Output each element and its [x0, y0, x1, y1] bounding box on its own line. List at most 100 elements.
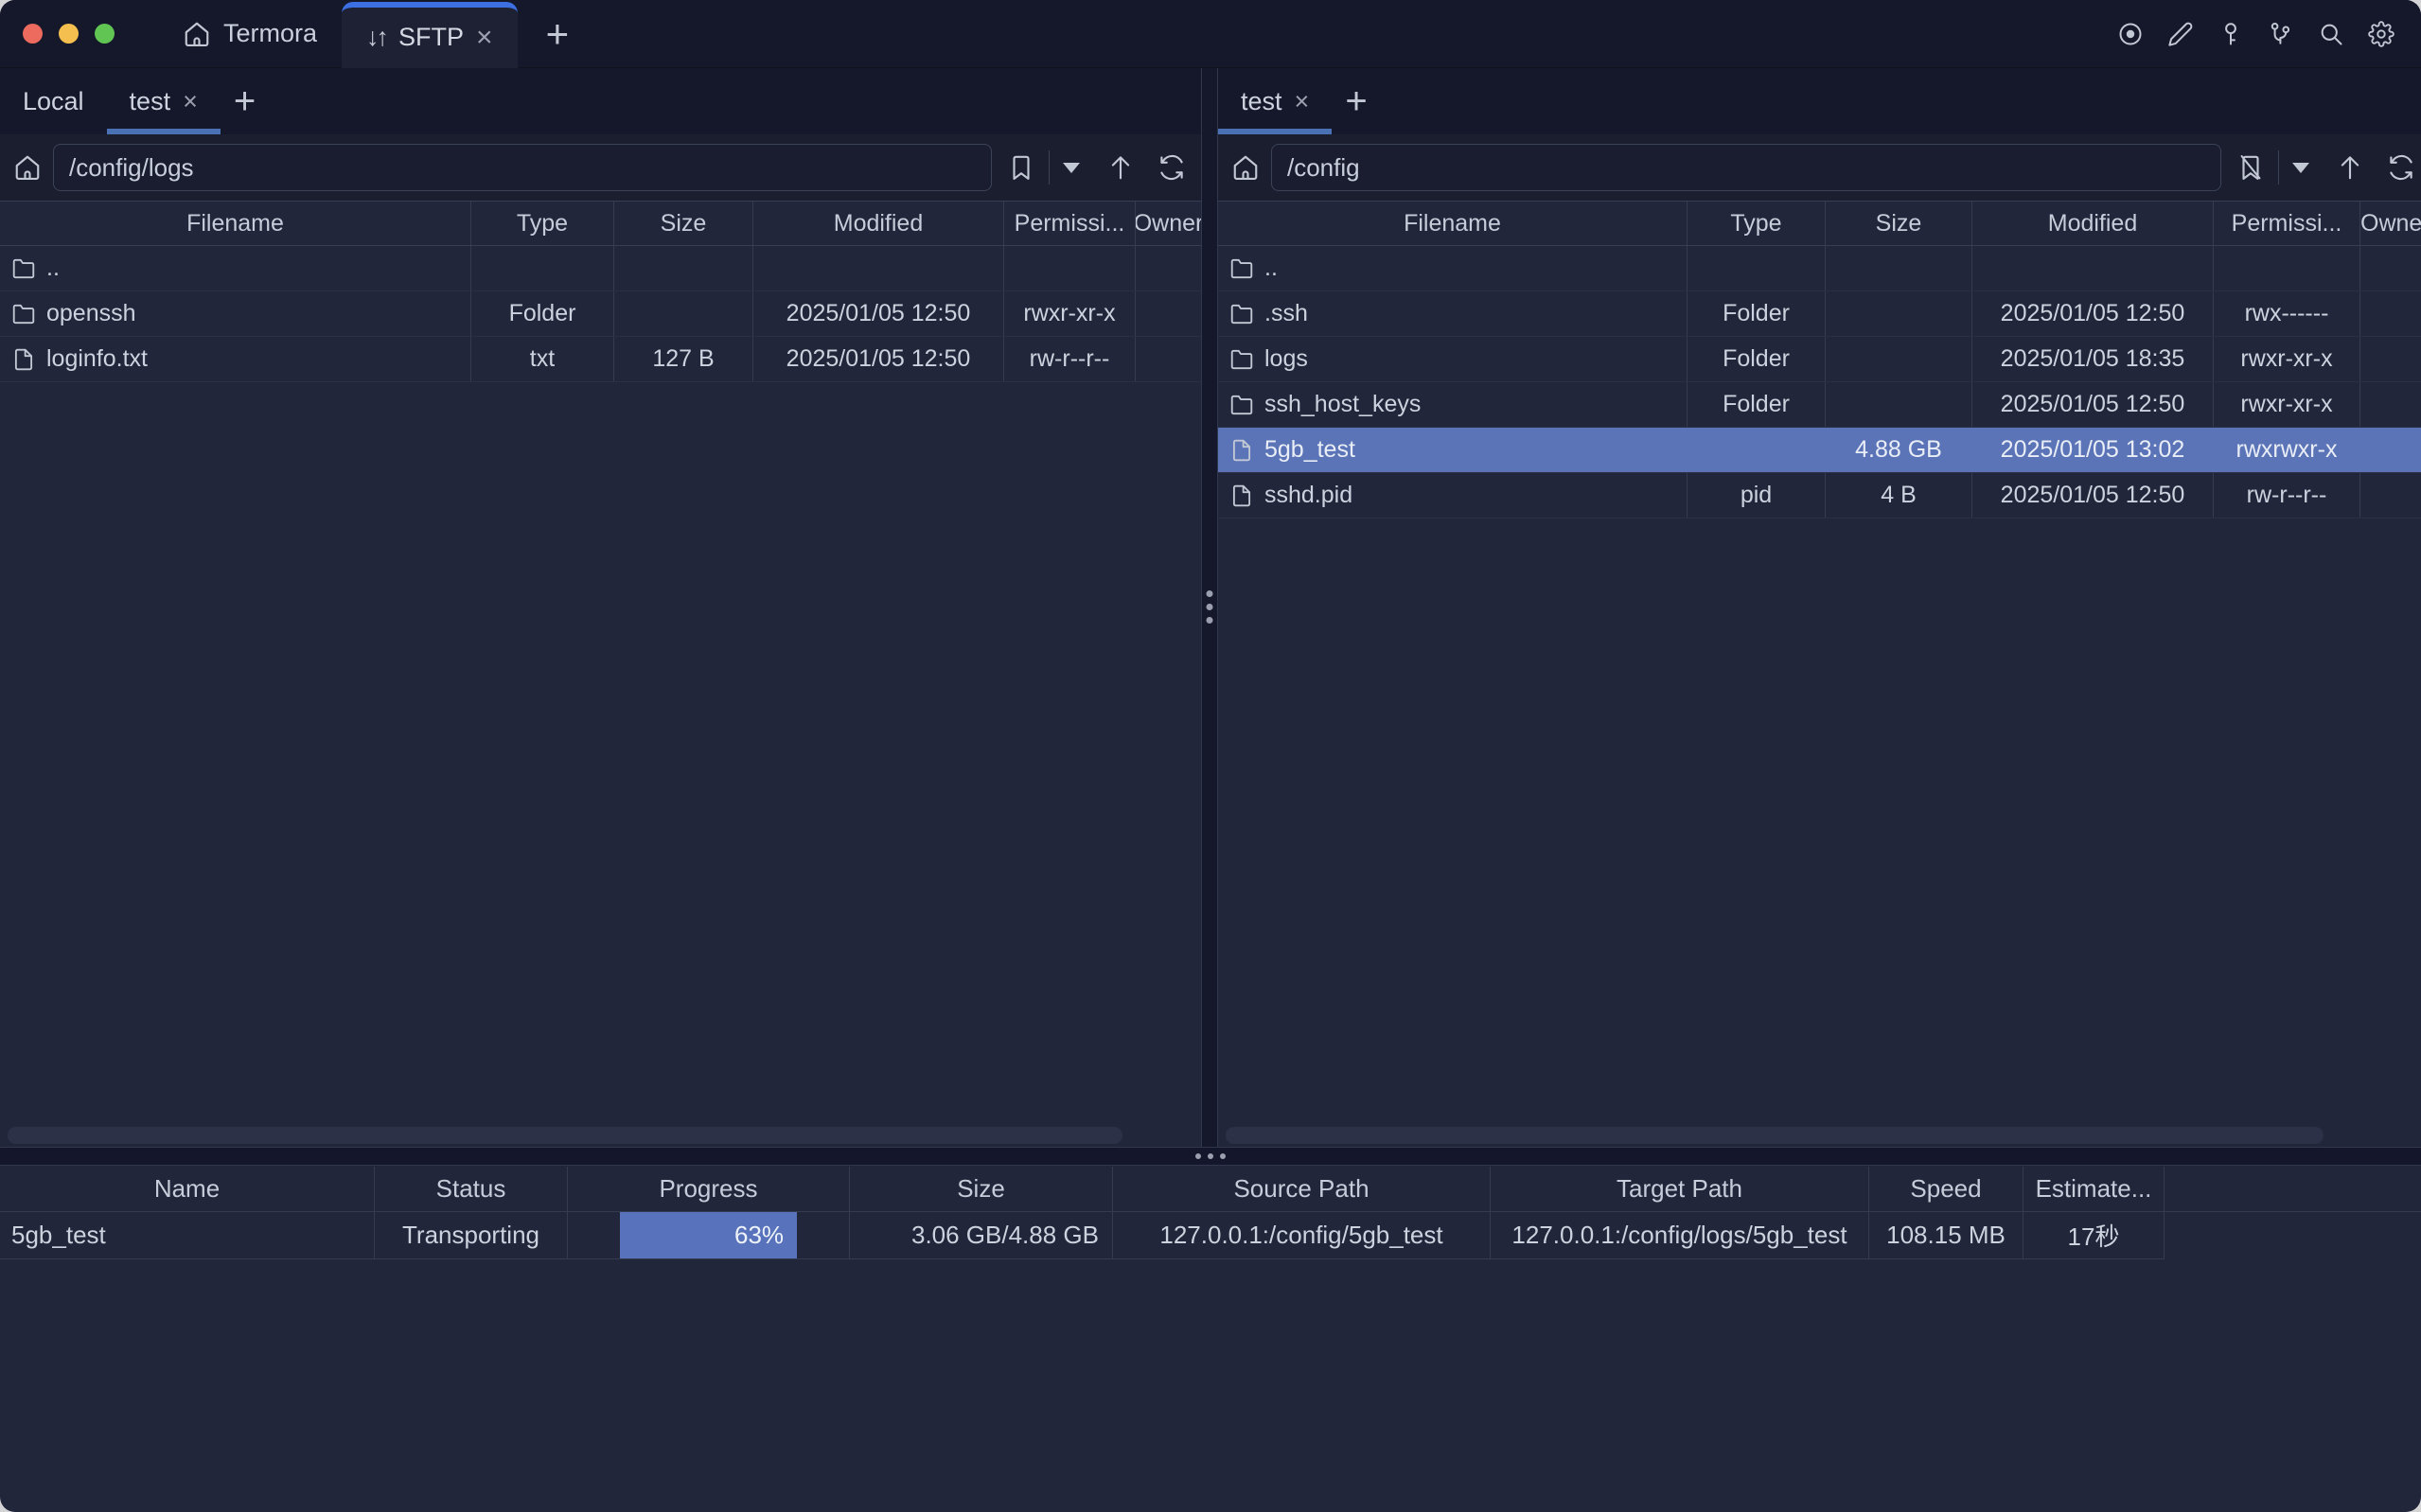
transfer-header: Name Status Progress Size Source Path Ta…	[0, 1167, 2421, 1212]
folder-icon	[1229, 302, 1254, 326]
bookmark-dropdown-icon[interactable]	[2292, 163, 2309, 173]
column-header-modified[interactable]: Modified	[753, 202, 1004, 245]
sftp-panels: Local test × + /config/logs	[0, 68, 2421, 1147]
column-header-size[interactable]: Size	[850, 1167, 1113, 1212]
minimize-window-button[interactable]	[59, 24, 79, 44]
column-header-estimate[interactable]: Estimate...	[2023, 1167, 2165, 1212]
left-refresh-icon[interactable]	[1157, 153, 1186, 182]
right-path-input[interactable]: /config	[1271, 144, 2221, 191]
right-tab-close-icon[interactable]: ×	[1295, 89, 1310, 114]
table-row[interactable]: openssh Folder 2025/01/05 12:50 rwxr-xr-…	[0, 291, 1201, 337]
tab-sftp-close-icon[interactable]: ×	[476, 24, 493, 52]
new-tab-button[interactable]: +	[539, 14, 577, 54]
file-size: 127 B	[614, 337, 753, 381]
key-icon[interactable]	[2218, 21, 2244, 47]
bookmark-icon[interactable]	[1007, 153, 1035, 182]
horizontal-scrollbar[interactable]	[8, 1127, 1122, 1144]
tab-termora-home[interactable]: Termora	[158, 0, 342, 67]
column-header-progress[interactable]: Progress	[568, 1167, 850, 1212]
bookmark-slash-icon[interactable]	[2236, 153, 2265, 182]
column-header-type[interactable]: Type	[1688, 202, 1826, 245]
transfer-name: 5gb_test	[0, 1212, 375, 1259]
bookmark-dropdown-icon[interactable]	[1063, 163, 1080, 173]
file-name: loginfo.txt	[46, 345, 148, 373]
close-window-button[interactable]	[23, 24, 43, 44]
column-header-type[interactable]: Type	[471, 202, 614, 245]
column-header-speed[interactable]: Speed	[1869, 1167, 2023, 1212]
column-header-source-path[interactable]: Source Path	[1113, 1167, 1491, 1212]
table-row[interactable]: loginfo.txt txt 127 B 2025/01/05 12:50 r…	[0, 337, 1201, 382]
file-type: pid	[1688, 473, 1826, 518]
file-modified: 2025/01/05 12:50	[1972, 291, 2214, 336]
column-header-size[interactable]: Size	[614, 202, 753, 245]
table-row[interactable]: sshd.pid pid 4 B 2025/01/05 12:50 rw-r--…	[1218, 473, 2421, 519]
right-go-up-icon[interactable]	[2336, 153, 2364, 182]
left-home-icon[interactable]	[13, 153, 42, 182]
search-icon[interactable]	[2318, 21, 2344, 47]
home-icon	[183, 20, 211, 48]
file-modified: 2025/01/05 12:50	[1972, 473, 2214, 518]
file-size	[1826, 291, 1972, 336]
file-owner	[2360, 428, 2421, 472]
column-header-target-path[interactable]: Target Path	[1491, 1167, 1869, 1212]
column-header-filename[interactable]: Filename	[0, 202, 471, 245]
column-header-owner[interactable]: Owner	[2360, 202, 2421, 245]
transfer-queue: Name Status Progress Size Source Path Ta…	[0, 1167, 2421, 1259]
edit-pencil-icon[interactable]	[2167, 21, 2194, 47]
table-row[interactable]: .ssh Folder 2025/01/05 12:50 rwx------	[1218, 291, 2421, 337]
transfer-source-path: 127.0.0.1:/config/5gb_test	[1113, 1212, 1491, 1259]
column-header-filename[interactable]: Filename	[1218, 202, 1688, 245]
left-table-header: Filename Type Size Modified Permissi... …	[0, 201, 1201, 246]
file-modified	[1972, 246, 2214, 290]
file-icon	[11, 347, 36, 372]
column-header-status[interactable]: Status	[375, 1167, 568, 1212]
left-file-panel: Local test × + /config/logs	[0, 68, 1202, 1147]
zoom-window-button[interactable]	[95, 24, 115, 44]
table-row[interactable]: ..	[1218, 246, 2421, 291]
splitter-grip-icon	[1207, 590, 1213, 624]
column-header-name[interactable]: Name	[0, 1167, 375, 1212]
file-owner	[1136, 291, 1201, 336]
right-refresh-icon[interactable]	[2387, 153, 2415, 182]
file-owner	[1136, 246, 1201, 290]
column-header-modified[interactable]: Modified	[1972, 202, 2214, 245]
table-row[interactable]: ssh_host_keys Folder 2025/01/05 12:50 rw…	[1218, 382, 2421, 428]
table-row[interactable]: logs Folder 2025/01/05 18:35 rwxr-xr-x	[1218, 337, 2421, 382]
file-type: txt	[471, 337, 614, 381]
panel-splitter[interactable]	[1202, 68, 1218, 1147]
file-modified: 2025/01/05 12:50	[753, 337, 1004, 381]
pathbar-separator	[2278, 150, 2279, 185]
right-add-tab-button[interactable]: +	[1332, 82, 1380, 120]
file-name: ..	[46, 255, 60, 282]
left-tab-local[interactable]: Local	[0, 68, 107, 134]
file-type: Folder	[1688, 337, 1826, 381]
file-permissions: rwxr-xr-x	[2214, 337, 2360, 381]
left-tab-test[interactable]: test ×	[107, 68, 221, 134]
column-header-permissions[interactable]: Permissi...	[1004, 202, 1136, 245]
column-header-size[interactable]: Size	[1826, 202, 1972, 245]
left-go-up-icon[interactable]	[1106, 153, 1135, 182]
settings-gear-icon[interactable]	[2368, 21, 2394, 47]
file-permissions: rwxr-xr-x	[2214, 382, 2360, 427]
file-type: Folder	[471, 291, 614, 336]
right-home-icon[interactable]	[1231, 153, 1260, 182]
transfer-row[interactable]: 5gb_test Transporting 63% 3.06 GB/4.88 G…	[0, 1212, 2421, 1259]
table-row-selected[interactable]: 5gb_test 4.88 GB 2025/01/05 13:02 rwxrwx…	[1218, 428, 2421, 473]
progress-label: 63%	[734, 1221, 784, 1250]
left-tab-close-icon[interactable]: ×	[183, 89, 198, 114]
folder-icon	[11, 256, 36, 281]
left-add-tab-button[interactable]: +	[221, 82, 269, 120]
right-tab-test[interactable]: test ×	[1218, 68, 1332, 134]
column-header-permissions[interactable]: Permissi...	[2214, 202, 2360, 245]
column-header-owner[interactable]: Owner	[1136, 202, 1201, 245]
git-branch-icon[interactable]	[2268, 21, 2294, 47]
table-row[interactable]: ..	[0, 246, 1201, 291]
transfer-splitter[interactable]	[0, 1147, 2421, 1166]
left-path-input[interactable]: /config/logs	[53, 144, 992, 191]
file-size	[614, 291, 753, 336]
left-panel-tabs: Local test × +	[0, 68, 1201, 134]
horizontal-scrollbar[interactable]	[1226, 1127, 2324, 1144]
tab-sftp[interactable]: ↓↑ SFTP ×	[342, 2, 518, 68]
file-name: 5gb_test	[1264, 436, 1355, 464]
record-icon[interactable]	[2117, 21, 2144, 47]
